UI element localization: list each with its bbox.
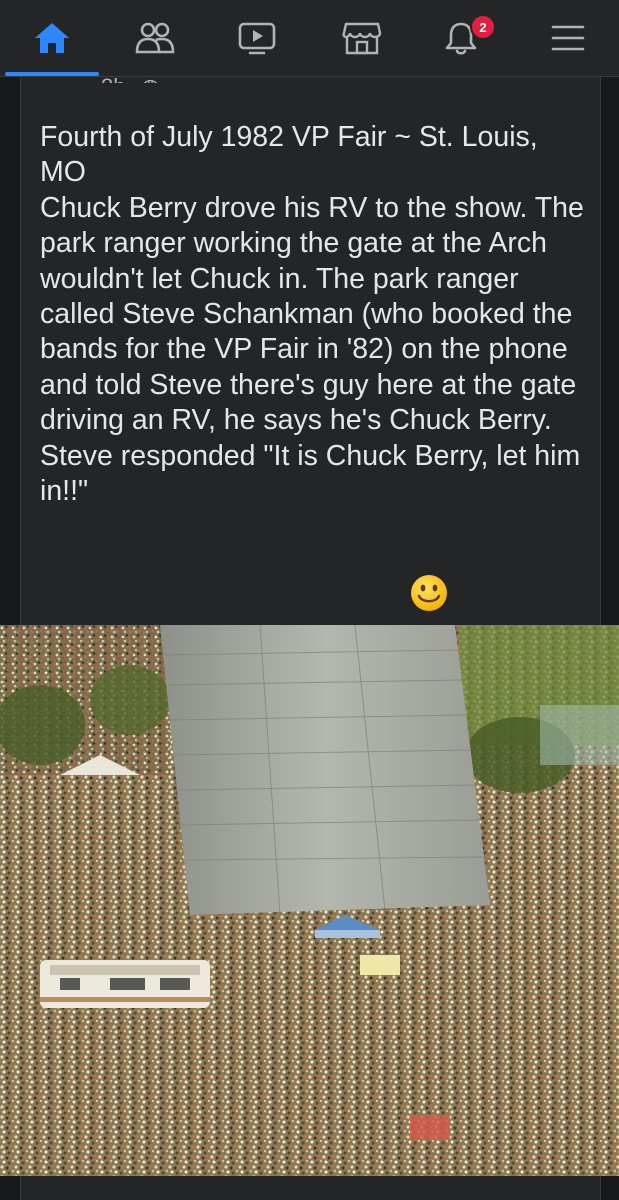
hamburger-icon bbox=[551, 25, 585, 51]
store-icon bbox=[342, 22, 382, 55]
nav-notifications-button[interactable] bbox=[417, 0, 505, 76]
active-tab-indicator bbox=[5, 72, 99, 76]
separator-dot: · bbox=[129, 74, 136, 83]
post-timestamp[interactable]: 8h bbox=[101, 74, 125, 83]
friends-icon bbox=[135, 22, 175, 54]
nav-friends-button[interactable] bbox=[111, 0, 199, 76]
crowd-photo-image bbox=[0, 625, 619, 1176]
video-icon bbox=[238, 22, 276, 55]
post-footer-strip bbox=[20, 1176, 601, 1200]
nav-menu-button[interactable] bbox=[524, 0, 612, 76]
top-navigation-bar: 2 bbox=[0, 0, 619, 77]
nav-marketplace-button[interactable] bbox=[318, 0, 406, 76]
nav-watch-button[interactable] bbox=[213, 0, 301, 76]
post-photo[interactable] bbox=[0, 625, 619, 1176]
home-icon bbox=[35, 23, 69, 53]
nav-home-button[interactable] bbox=[8, 0, 96, 76]
globe-icon: ◍ bbox=[141, 74, 160, 83]
post-text: Fourth of July 1982 VP Fair ~ St. Louis,… bbox=[40, 121, 584, 508]
smiley-emoji bbox=[411, 575, 447, 611]
post-timestamp-row: 8h · ◍ bbox=[101, 67, 160, 83]
notification-count-badge: 2 bbox=[470, 14, 496, 40]
